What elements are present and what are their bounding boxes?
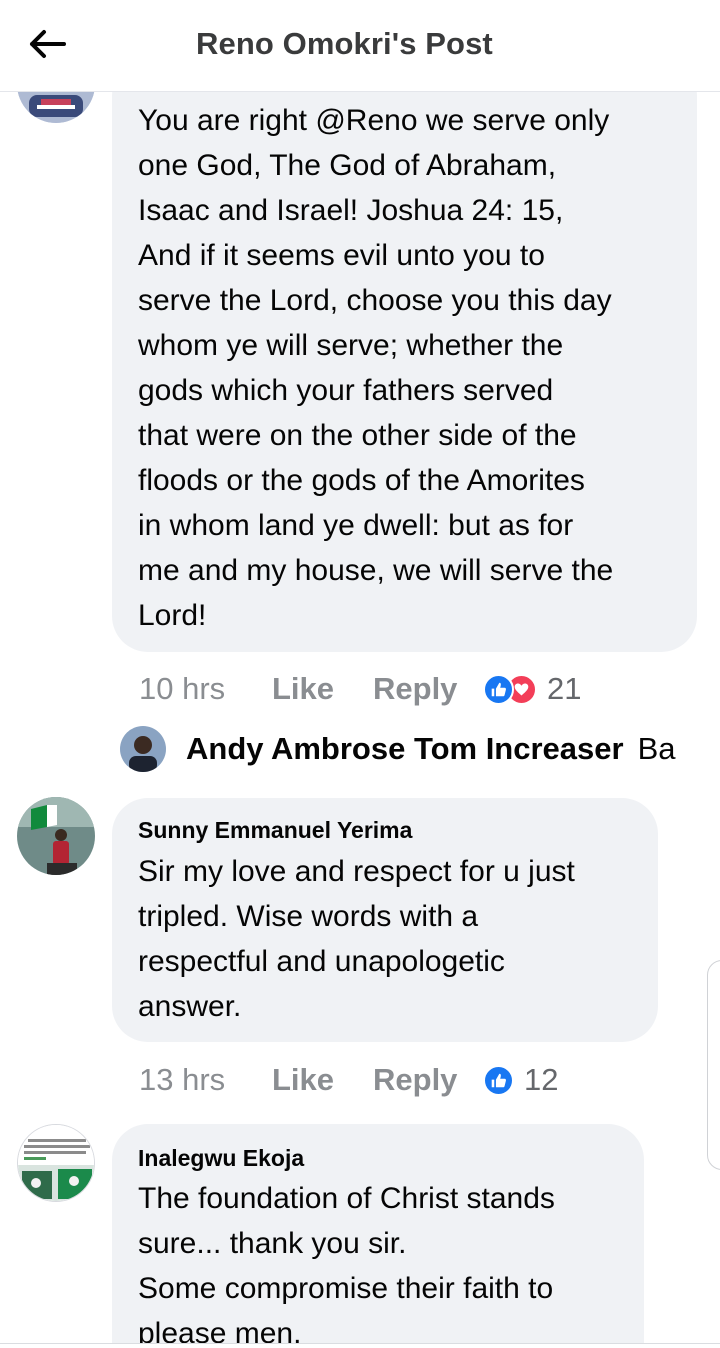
like-button[interactable]: Like bbox=[272, 671, 373, 707]
reaction-summary[interactable]: 12 bbox=[483, 1062, 558, 1098]
avatar-image bbox=[18, 1125, 94, 1201]
reply-button[interactable]: Reply bbox=[373, 671, 483, 707]
comment-actions: 10 hrs Like Reply 21 bbox=[139, 667, 581, 711]
reply-text: Ba bbox=[637, 731, 676, 766]
comment-bubble[interactable]: Sunny Emmanuel Yerima Sir my love and re… bbox=[112, 798, 658, 1042]
comment-text: Sir my love and respect for u just tripl… bbox=[138, 855, 575, 1023]
reaction-count: 12 bbox=[524, 1062, 559, 1097]
bottom-divider bbox=[0, 1343, 720, 1348]
comment-time[interactable]: 13 hrs bbox=[139, 1062, 272, 1098]
comment-author[interactable]: Inalegwu Ekoja bbox=[138, 1143, 304, 1173]
avatar[interactable] bbox=[17, 797, 95, 875]
page-title: Reno Omokri's Post bbox=[196, 26, 493, 61]
comment-bubble[interactable]: You are right @Reno we serve only one Go… bbox=[112, 60, 697, 652]
like-button[interactable]: Like bbox=[272, 1062, 373, 1098]
like-icon bbox=[483, 1064, 514, 1096]
avatar[interactable] bbox=[17, 1124, 95, 1202]
back-arrow-icon bbox=[30, 30, 66, 58]
avatar-image bbox=[120, 726, 166, 772]
reaction-summary[interactable]: 21 bbox=[483, 671, 581, 707]
back-button[interactable] bbox=[26, 22, 70, 66]
reply-author[interactable]: Andy Ambrose Tom Increaser bbox=[186, 731, 624, 767]
scroll-edge-tab[interactable] bbox=[707, 960, 720, 1170]
reply-preview-row[interactable]: Andy Ambrose Tom Increaser Ba bbox=[120, 723, 676, 775]
avatar-image bbox=[17, 797, 95, 875]
comment-actions: 13 hrs Like Reply 12 bbox=[139, 1058, 558, 1102]
app-header: Reno Omokri's Post bbox=[0, 0, 720, 92]
comment-time[interactable]: 10 hrs bbox=[139, 671, 272, 707]
comment-bubble[interactable]: Inalegwu Ekoja The foundation of Christ … bbox=[112, 1124, 644, 1348]
reply-avatar bbox=[120, 726, 166, 772]
comment-author[interactable]: Sunny Emmanuel Yerima bbox=[138, 815, 412, 845]
reaction-count: 21 bbox=[547, 671, 582, 706]
like-icon bbox=[483, 673, 514, 705]
reply-button[interactable]: Reply bbox=[373, 1062, 483, 1098]
comment-text: You are right @Reno we serve only one Go… bbox=[138, 104, 614, 632]
comment-text: The foundation of Christ stands sure... … bbox=[138, 1182, 555, 1348]
